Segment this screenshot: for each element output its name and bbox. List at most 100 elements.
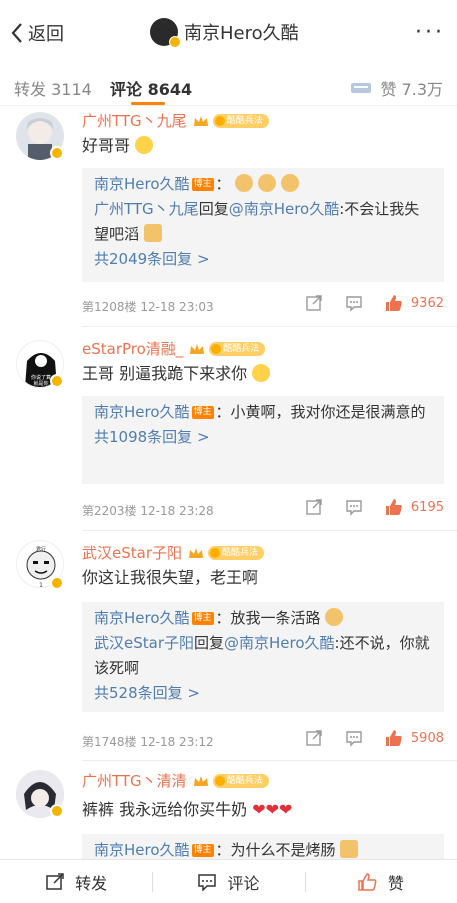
reply-line: 南京Hero久酷 博主 ：为什么不是烤肠 [94,838,432,859]
reply-line: 广州TTG丶九尾回复@南京Hero久酷:不会让我失望吧滔 [94,197,432,247]
fan-badge: 酷酷兵法 [208,545,265,560]
floor-number: 第2203楼 [82,504,137,518]
doge-emoji-icon [280,174,299,192]
forward-label: 转发 [75,873,108,893]
reply-username[interactable]: 南京Hero久酷 [94,403,190,421]
more-replies-link[interactable]: 共528条回复 > [94,681,432,706]
reply-username[interactable]: 南京Hero久酷 [94,609,190,627]
reply-username[interactable]: 武汉eStar子阳 [94,634,194,652]
comment-text-content: 裤裤 我永远给你买牛奶 [82,800,248,819]
username-text: eStarPro清融_ [82,340,184,358]
bottom-action-bar: 转发 评论 赞 [0,859,457,903]
page-title[interactable]: 南京Hero久酷 [150,18,299,48]
reply-line: 武汉eStar子阳回复@南京Hero久酷:还不说，你就该死啊 [94,631,432,681]
heart-icon: ❤ [252,800,266,819]
tab-comment[interactable]: 评论 8644 [110,76,192,100]
username-text: 广州TTG丶九尾 [82,112,187,130]
reply-verb: 回复 [194,634,225,652]
comment-icon [198,873,217,891]
username-text: 武汉eStar子阳 [82,544,182,562]
reply-box[interactable]: 南京Hero久酷 博主 ：为什么不是烤肠 [82,834,444,859]
reply-username[interactable]: 南京Hero久酷 [94,175,190,193]
comment-icon[interactable] [345,498,363,516]
fan-badge: 酷酷兵法 [212,113,269,128]
tab-forward[interactable]: 转发 3114 [14,76,92,100]
share-icon[interactable] [305,729,323,747]
author-tag: 博主 [191,178,214,191]
heart-icon: ❤ [279,800,293,819]
like-button[interactable]: 5908 [385,729,444,747]
like-button[interactable]: 6195 [385,498,444,516]
reply-text: ：为什么不是烤肠 [215,841,336,859]
reply-username[interactable]: 广州TTG丶九尾 [94,200,199,218]
fan-badge-label: 酷酷兵法 [226,115,263,126]
tab-like-label: 赞 [380,80,397,99]
comment-time: 12-18 23:12 [140,735,214,749]
reply-line: 南京Hero久酷 博主： [94,172,432,197]
comment-text: 你这让我很失望，老王啊 [82,566,258,590]
username-text: 广州TTG丶清清 [82,772,187,790]
fan-badge-label: 酷酷兵法 [226,775,263,786]
fan-badge-label: 酷酷兵法 [223,343,260,354]
tab-comment-label: 评论 [110,80,143,99]
like-animation-icon [351,83,372,93]
thumbs-up-icon [385,295,402,311]
tab-like-count: 7.3万 [401,80,443,99]
tab-like[interactable]: 赞 7.3万 [350,76,443,100]
comment-item: 你说了算 就是你 eStarPro清融_ 酷酷兵法 王哥 别逼我跪下来求你 南京H… [0,326,457,531]
comment-text-content: 王哥 别逼我跪下来求你 [82,364,248,383]
comment-username[interactable]: 广州TTG丶清清 酷酷兵法 [82,770,269,791]
reply-line: 南京Hero久酷 博主 ：放我一条活路 [94,606,432,631]
reply-username[interactable]: 南京Hero久酷 [94,841,190,859]
tabs-bar: 转发 3114 评论 8644 赞 7.3万 [0,66,457,106]
more-replies-link[interactable]: 共2049条回复 > [94,247,432,272]
forward-button[interactable]: 转发 [0,860,152,903]
reply-text: ：小黄啊，我对你还是很满意的 [215,403,426,421]
mention-link[interactable]: @南京Hero久酷 [224,634,335,652]
comment-username[interactable]: 广州TTG丶九尾 酷酷兵法 [82,110,269,131]
reply-text: ： [215,175,231,193]
comment-icon[interactable] [345,294,363,312]
share-icon[interactable] [305,498,323,516]
reply-box[interactable]: 南京Hero久酷 博主： 广州TTG丶九尾回复@南京Hero久酷:不会让我失望吧滔… [82,168,444,282]
comment-icon[interactable] [345,729,363,747]
active-tab-underline [131,102,165,105]
thumbs-up-icon [385,499,402,515]
svg-text:你说了算: 你说了算 [31,374,51,381]
comment-button[interactable]: 评论 [152,860,304,903]
sweat-emoji-icon [135,136,154,154]
comment-text-content: 好哥哥 [82,136,131,155]
like-button[interactable]: 9362 [385,294,444,312]
verified-badge-icon [169,36,181,48]
crown-icon [193,115,208,126]
doge-emoji-icon [143,224,162,242]
reply-box[interactable]: 南京Hero久酷 博主 ：放我一条活路 武汉eStar子阳回复@南京Hero久酷:还… [82,602,444,712]
like-label: 赞 [387,873,404,893]
tab-comment-count: 8644 [147,80,193,99]
doge-emoji-icon [325,608,344,626]
comment-text: 裤裤 我永远给你买牛奶 ❤❤❤ [82,798,292,822]
like-button[interactable]: 赞 [304,860,457,903]
comment-username[interactable]: 武汉eStar子阳 酷酷兵法 [82,542,265,563]
reply-box[interactable]: 南京Hero久酷 博主 ：小黄啊，我对你还是很满意的 共1098条回复 > [82,396,444,484]
more-icon[interactable]: ··· [415,22,445,44]
back-button[interactable]: 返回 [10,20,64,46]
top-bar: 返回 南京Hero久酷 ··· [0,0,457,66]
thumbs-up-icon [358,872,377,891]
comment-item: 广州TTG丶九尾 酷酷兵法 好哥哥 南京Hero久酷 博主： 广州TTG丶九尾回复… [0,106,457,327]
share-icon[interactable] [305,294,323,312]
comment-meta: 第1748楼 12-18 23:12 5908 [82,730,444,750]
heart-icon: ❤ [265,800,279,819]
comment-text: 好哥哥 [82,134,154,158]
page-title-text: 南京Hero久酷 [184,23,299,44]
mention-link[interactable]: @南京Hero久酷 [229,200,340,218]
verified-badge-icon [50,146,64,160]
comment-username[interactable]: eStarPro清融_ 酷酷兵法 [82,338,266,359]
back-label: 返回 [28,24,64,45]
like-count: 9362 [410,295,444,311]
tab-forward-count: 3114 [51,80,92,99]
more-replies-link[interactable]: 共1098条回复 > [94,425,432,450]
svg-text:君行: 君行 [36,546,46,553]
crown-icon [190,343,205,354]
like-count: 6195 [410,499,444,515]
